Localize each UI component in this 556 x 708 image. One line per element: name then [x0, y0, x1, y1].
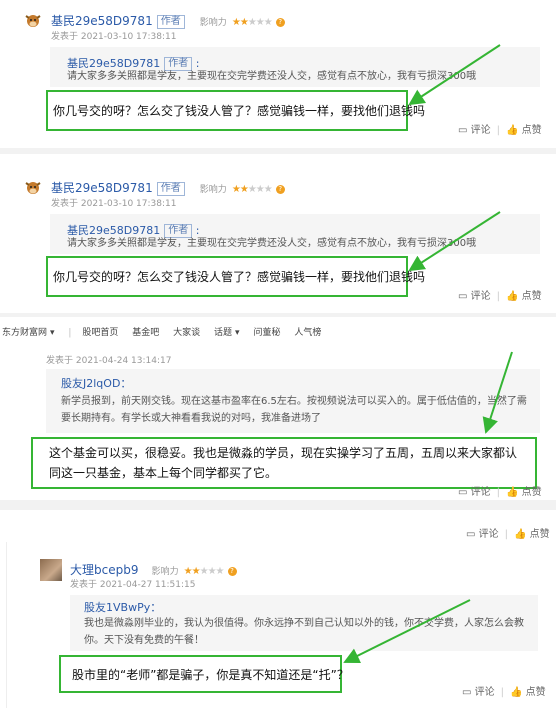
annotation-arrows [343, 44, 513, 663]
arrow-4 [343, 599, 471, 663]
arrow-2 [408, 211, 501, 272]
arrow-3 [482, 351, 513, 434]
arrow-1 [408, 44, 501, 106]
